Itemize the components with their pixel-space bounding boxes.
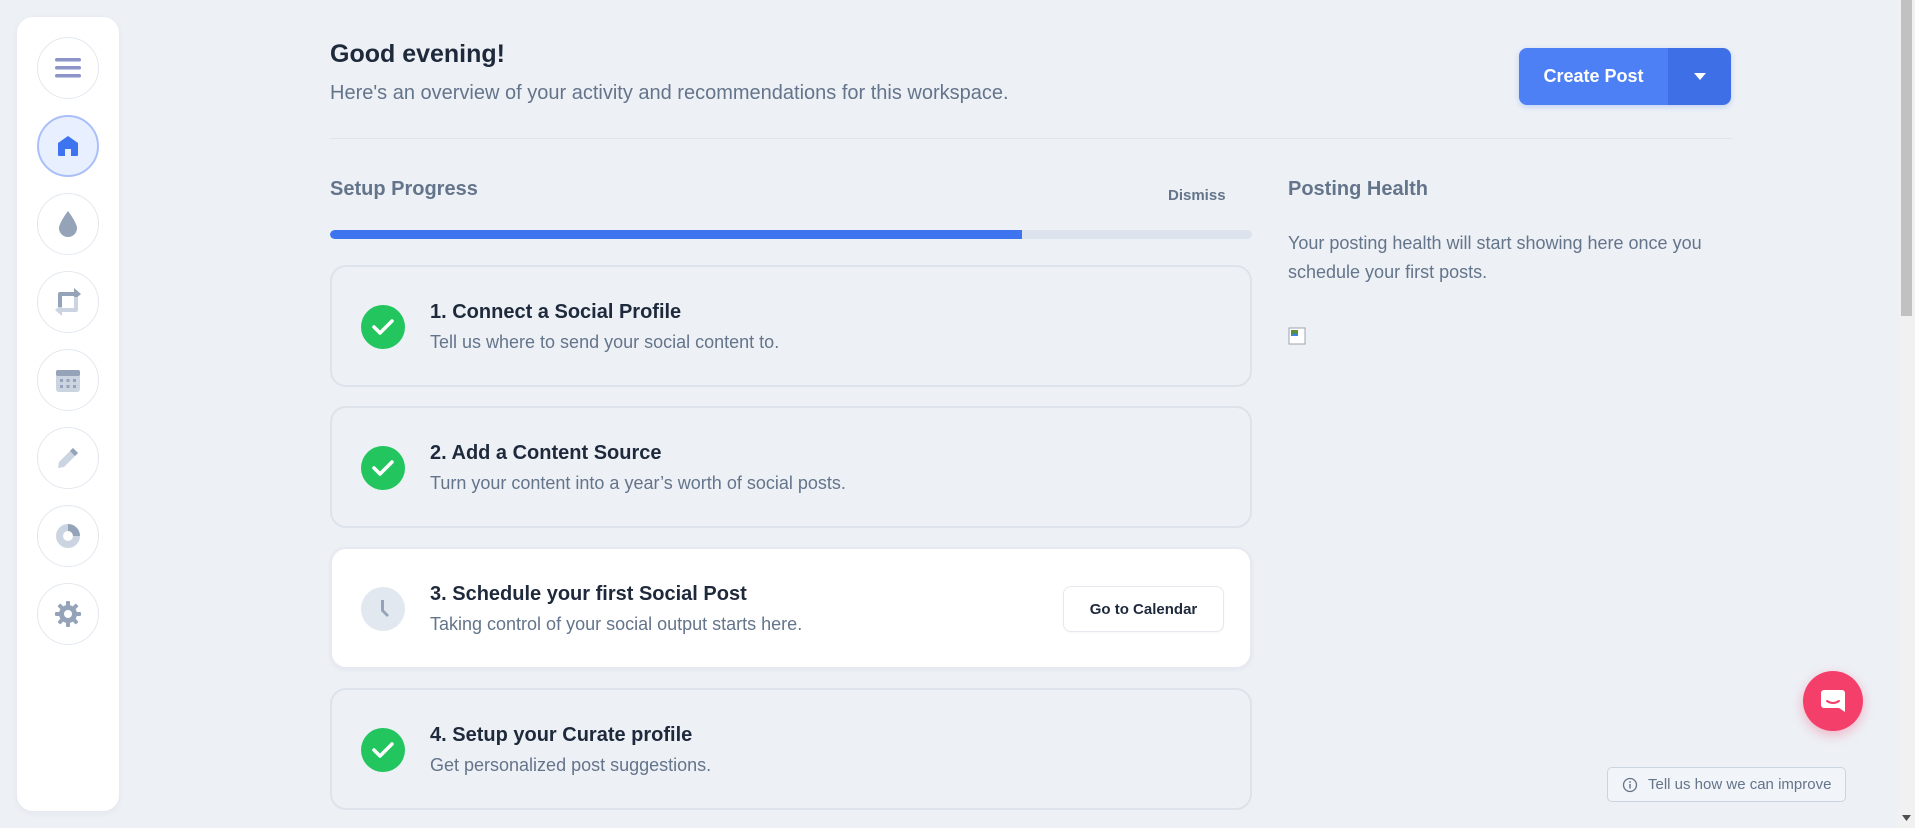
- step-status: [361, 446, 405, 490]
- step-title: 2. Add a Content Source: [430, 442, 662, 464]
- calendar-icon: [56, 370, 80, 392]
- broken-image-icon: [1288, 327, 1306, 345]
- sidebar-item-recycle[interactable]: [37, 271, 99, 333]
- step-title: 4. Setup your Curate profile: [430, 724, 693, 746]
- step-status: [361, 587, 405, 631]
- sidebar-item-settings[interactable]: [37, 583, 99, 645]
- dismiss-button[interactable]: Dismiss: [1168, 187, 1226, 204]
- go-to-calendar-button[interactable]: Go to Calendar: [1063, 586, 1224, 632]
- setup-step: 1. Connect a Social Profile Tell us wher…: [330, 265, 1252, 387]
- sidebar-item-home[interactable]: [37, 115, 99, 177]
- step-description: Get personalized post suggestions.: [430, 755, 712, 775]
- menu-icon: [55, 58, 81, 78]
- header-divider: [330, 138, 1732, 139]
- step-description: Tell us where to send your social conten…: [430, 332, 780, 352]
- create-post-menu-button[interactable]: [1668, 48, 1731, 105]
- posting-health-title: Posting Health: [1288, 178, 1429, 200]
- page-title: Good evening!: [330, 40, 505, 68]
- checkmark-icon: [372, 742, 394, 758]
- setup-step: 4. Setup your Curate profile Get persona…: [330, 688, 1252, 810]
- repeat-icon: [55, 288, 81, 316]
- step-status: [361, 305, 405, 349]
- scrollbar-thumb[interactable]: [1901, 0, 1912, 316]
- scroll-down-arrow[interactable]: [1898, 812, 1915, 824]
- step-description: Taking control of your social output sta…: [430, 614, 803, 634]
- chat-button[interactable]: [1803, 671, 1863, 731]
- create-post-button[interactable]: Create Post: [1519, 48, 1668, 105]
- sidebar-item-analytics[interactable]: [37, 505, 99, 567]
- pie-chart-icon: [56, 524, 80, 548]
- sidebar-item-content-sources[interactable]: [37, 193, 99, 255]
- step-title: 3. Schedule your first Social Post: [430, 583, 747, 605]
- step-description: Turn your content into a year’s worth of…: [430, 473, 846, 493]
- sidebar-item-calendar[interactable]: [37, 349, 99, 411]
- setup-step: 2. Add a Content Source Turn your conten…: [330, 406, 1252, 528]
- page-scrollbar[interactable]: [1898, 0, 1915, 828]
- gear-icon: [55, 601, 81, 627]
- step-status: [361, 728, 405, 772]
- sidebar-item-menu[interactable]: [37, 37, 99, 99]
- step-title: 1. Connect a Social Profile: [430, 301, 682, 323]
- feedback-label: Tell us how we can improve: [1648, 776, 1832, 793]
- setup-progress-title: Setup Progress: [330, 178, 478, 200]
- chat-icon: [1821, 690, 1845, 712]
- setup-step: 3. Schedule your first Social Post Takin…: [330, 547, 1252, 669]
- checkmark-icon: [372, 460, 394, 476]
- home-icon: [58, 136, 78, 156]
- pencil-icon: [58, 448, 78, 468]
- droplet-icon: [59, 211, 77, 237]
- feedback-button[interactable]: Tell us how we can improve: [1607, 767, 1847, 802]
- caret-down-icon: [1693, 73, 1706, 80]
- setup-progress-bar: [330, 230, 1252, 239]
- setup-progress-fill: [330, 230, 1022, 239]
- create-post-button-group: Create Post: [1519, 48, 1731, 105]
- posting-health-text: Your posting health will start showing h…: [1288, 233, 1702, 282]
- clock-icon: [381, 600, 389, 617]
- page-subtitle: Here's an overview of your activity and …: [330, 82, 1009, 104]
- checkmark-icon: [372, 319, 394, 335]
- info-icon: [1622, 777, 1638, 792]
- sidebar-item-compose[interactable]: [37, 427, 99, 489]
- sidebar: [17, 17, 119, 811]
- arrow-down-icon: [1902, 815, 1911, 821]
